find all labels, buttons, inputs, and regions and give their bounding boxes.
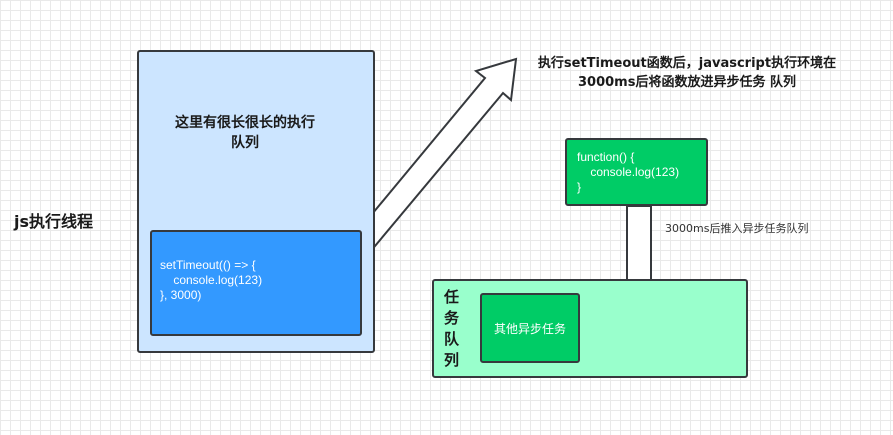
other-async-task-text: 其他异步任务 [493,322,566,336]
push-to-queue-note: 3000ms后推入异步任务队列 [665,222,809,235]
settimeout-note: 执行setTimeout函数后，javascript执行环境在 3000ms后将… [537,56,837,90]
settimeout-code-text: setTimeout(() => { console.log(123) }, 3… [160,258,263,302]
call-stack-text: 这里有很长很长的执行队列 [175,115,315,151]
callback-function-text: function() { console.log(123) } [577,150,680,194]
diagonal-arrow [351,57,518,254]
thread-label: js执行线程 [14,212,94,231]
task-queue-label: 任务队列 [444,288,460,369]
